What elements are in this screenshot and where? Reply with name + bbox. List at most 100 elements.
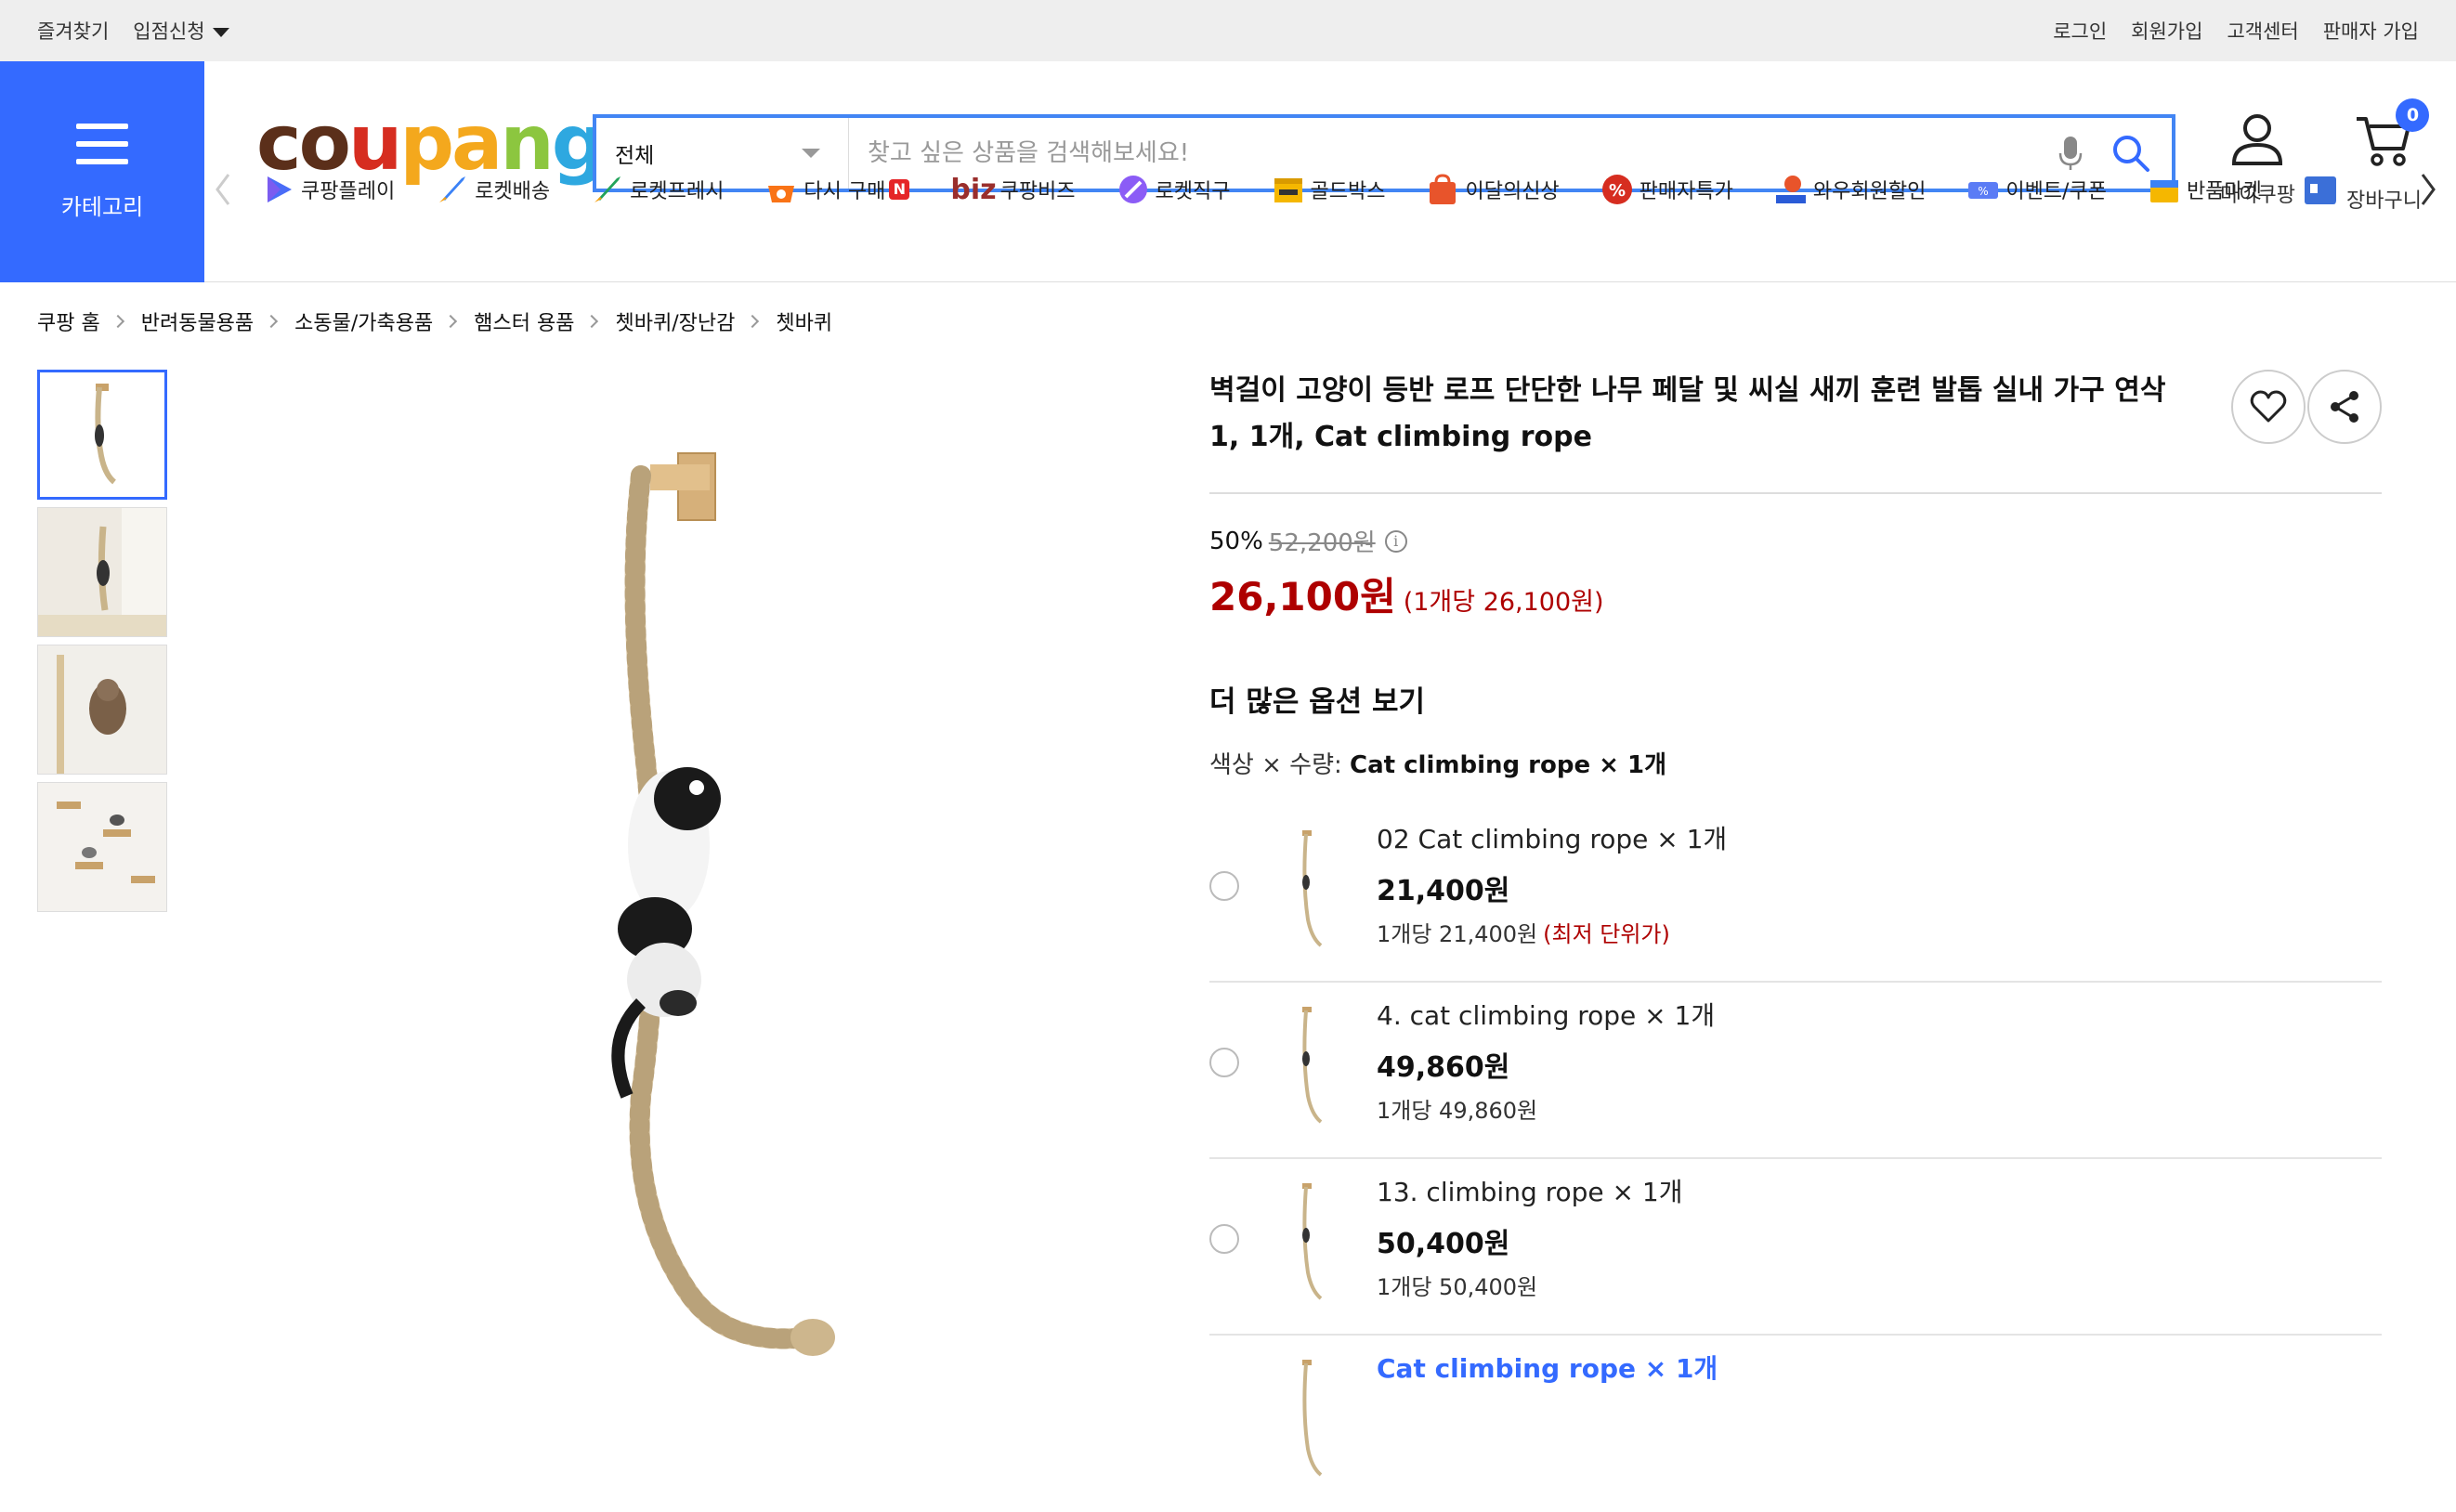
wishlist-button[interactable] [2231, 370, 2306, 444]
caret-down-icon [212, 28, 229, 37]
nav-item-rocket-global[interactable]: 로켓직구 [1096, 158, 1251, 221]
category-menu-button[interactable]: 카테고리 [0, 61, 204, 282]
svg-text:%: % [1609, 181, 1626, 201]
more-options-heading: 더 많은 옵션 보기 [1209, 685, 1426, 719]
top-right-links: 로그인 회원가입 고객센터 판매자 가입 [2053, 17, 2419, 45]
chevron-right-icon [746, 314, 760, 329]
share-icon [2331, 391, 2358, 423]
nav-label: 로켓프레시 [630, 180, 725, 203]
option-radio[interactable] [1209, 1224, 1239, 1254]
chevron-right-icon [265, 314, 279, 329]
nav-item-rocket-fresh[interactable]: 로켓프레시 [570, 158, 744, 221]
nav-item-coupang-play[interactable]: 쿠팡플레이 [242, 158, 415, 221]
goldbox-icon [1274, 178, 1302, 202]
chevron-right-icon [111, 314, 124, 329]
selected-option-line: 색상 × 수량: Cat climbing rope × 1개 [1209, 746, 2382, 780]
percent-icon: % [1601, 175, 1632, 204]
info-icon[interactable]: i [1384, 529, 1407, 553]
wow-icon [1775, 176, 1806, 203]
new-bag-icon [1430, 174, 1457, 204]
option-name: 4. cat climbing rope × 1개 [1377, 1000, 1716, 1031]
lowest-unit-tag: (최저 단위가) [1543, 921, 1670, 947]
option-row-selected[interactable]: Cat climbing rope × 1개 [1209, 1336, 2382, 1512]
play-icon [268, 176, 292, 202]
top-utility-bar: 즐겨찾기 입점신청 로그인 회원가입 고객센터 판매자 가입 [0, 0, 2456, 61]
coupon-icon: % [1968, 182, 1999, 199]
option-radio[interactable] [1209, 1048, 1239, 1077]
breadcrumb-item[interactable]: 반려동물용품 [141, 306, 254, 336]
price-row: 26,100원 (1개당 26,100원) [1209, 566, 2382, 622]
option-thumbnail [1302, 1183, 1323, 1300]
thumbnail-image [38, 783, 166, 911]
nav-label: 로켓직구 [1155, 180, 1231, 203]
thumbnail-3[interactable] [37, 645, 167, 775]
nav-label: 쿠팡비즈 [999, 180, 1076, 203]
breadcrumb-item[interactable]: 쿠팡 홈 [37, 306, 100, 336]
thumbnail-image [38, 645, 166, 774]
biz-icon: biz [950, 173, 997, 206]
option-thumbnail [1302, 1007, 1323, 1124]
nav-prev-button[interactable] [204, 158, 242, 221]
option-text: 4. cat climbing rope × 1개 49,860원 1개당 49… [1377, 996, 1715, 1125]
seller-signup-link[interactable]: 판매자 가입 [2323, 17, 2419, 45]
option-row[interactable]: 4. cat climbing rope × 1개 49,860원 1개당 49… [1209, 983, 2382, 1159]
option-row[interactable]: 02 Cat climbing rope × 1개 21,400원 1개당 21… [1209, 806, 2382, 983]
hamburger-icon [76, 123, 128, 164]
store-icon [2304, 176, 2336, 204]
breadcrumb-item[interactable]: 쳇바퀴/장난감 [615, 306, 735, 336]
unit-price: (1개당 26,100원) [1403, 588, 1604, 617]
selection-value: Cat climbing rope × 1개 [1350, 751, 1666, 779]
chevron-right-icon [585, 314, 599, 329]
option-radio[interactable] [1209, 871, 1239, 901]
nav-item-partial[interactable] [2282, 158, 2362, 221]
option-unit-price: 1개당 49,860원 [1377, 1098, 1538, 1124]
nav-item-seller-deals[interactable]: % 판매자특가 [1580, 158, 1754, 221]
rocket-icon [439, 176, 466, 202]
option-list: 02 Cat climbing rope × 1개 21,400원 1개당 21… [1209, 806, 2382, 1512]
thumbnail-list [37, 370, 167, 912]
nav-label: 골드박스 [1310, 180, 1386, 203]
nav-label: 반품마켓 [2186, 180, 2262, 203]
breadcrumb-item[interactable]: 소동물/가축용품 [294, 306, 433, 336]
option-name: 13. climbing rope × 1개 [1377, 1177, 1683, 1207]
thumbnail-1[interactable] [37, 370, 167, 500]
nav-next-button[interactable] [2410, 158, 2447, 221]
svg-text:%: % [1979, 185, 1989, 198]
option-text: 13. climbing rope × 1개 50,400원 1개당 50,40… [1377, 1172, 1683, 1301]
breadcrumb-item[interactable]: 햄스터 용품 [474, 306, 574, 336]
thumbnail-4[interactable] [37, 782, 167, 912]
apply-dropdown[interactable]: 입점신청 [133, 17, 229, 45]
nav-item-goldbox[interactable]: 골드박스 [1251, 158, 1406, 221]
option-unit-price: 1개당 50,400원 [1377, 1274, 1538, 1300]
chevron-right-icon [444, 314, 458, 329]
nav-item-return-market[interactable]: 반품마켓 [2127, 158, 2282, 221]
rocket-fresh-icon [594, 176, 621, 202]
bookmark-link[interactable]: 즐겨찾기 [37, 17, 109, 45]
nav-item-new-arrivals[interactable]: 이달의신상 [1405, 158, 1579, 221]
nav-label: 로켓배송 [475, 180, 551, 203]
share-button[interactable] [2307, 370, 2382, 444]
nav-item-wow-discount[interactable]: 와우회원할인 [1754, 158, 1946, 221]
main-product-image[interactable] [502, 409, 892, 1375]
thumbnail-2[interactable] [37, 507, 167, 637]
new-badge: N [889, 179, 910, 200]
chevron-right-icon [2421, 174, 2436, 205]
option-row[interactable]: 13. climbing rope × 1개 50,400원 1개당 50,40… [1209, 1159, 2382, 1336]
nav-label: 이달의신상 [1465, 180, 1560, 203]
nav-item-events-coupons[interactable]: % 이벤트/쿠폰 [1946, 158, 2127, 221]
option-unit-price: 1개당 21,400원 (최저 단위가) [1377, 916, 1727, 948]
option-thumbnail [1302, 830, 1323, 947]
option-price: 50,400원 [1377, 1228, 1510, 1260]
breadcrumb-item[interactable]: 쳇바퀴 [776, 306, 832, 336]
selection-label: 색상 × 수량: [1209, 751, 1342, 779]
thumbnail-image [38, 508, 166, 636]
discount-row: 50% 52,200원 i [1209, 524, 2382, 558]
product-title: 벽걸이 고양이 등반 로프 단단한 나무 페달 및 씨실 새끼 훈련 발톱 실내… [1209, 374, 2166, 453]
nav-item-coupang-biz[interactable]: biz 쿠팡비즈 [930, 158, 1095, 221]
nav-item-rocket-delivery[interactable]: 로켓배송 [415, 158, 570, 221]
signup-link[interactable]: 회원가입 [2131, 17, 2202, 45]
return-market-icon [2149, 180, 2178, 202]
login-link[interactable]: 로그인 [2053, 17, 2107, 45]
support-link[interactable]: 고객센터 [2227, 17, 2298, 45]
nav-item-rebuy[interactable]: 다시 구매 N [744, 158, 930, 221]
